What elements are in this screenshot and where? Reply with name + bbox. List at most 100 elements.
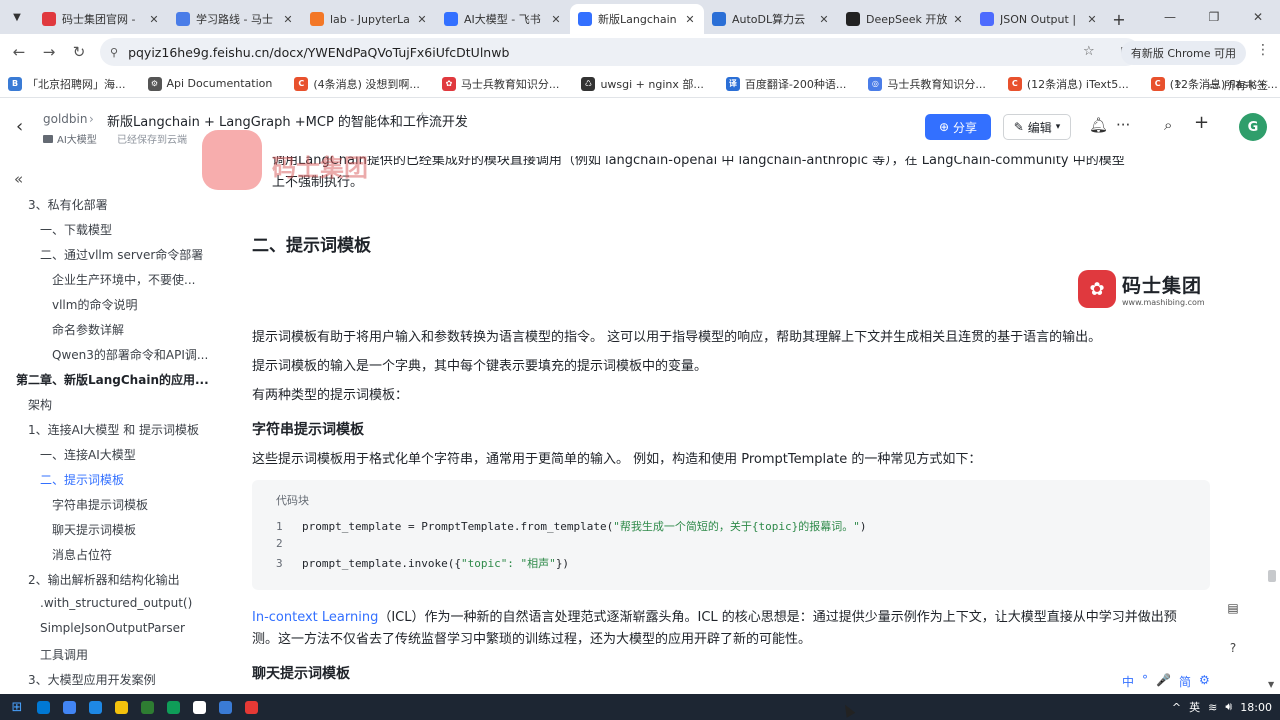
ime-indicator-icon[interactable]: 英 xyxy=(1189,699,1200,715)
toc-item[interactable]: 二、通过vllm server命令部署 xyxy=(40,246,203,263)
chrome-update-chip[interactable]: 有新版 Chrome 可用 xyxy=(1120,41,1246,65)
taskbar-app-icon[interactable] xyxy=(212,694,238,720)
taskbar-app-icon[interactable] xyxy=(160,694,186,720)
minimize-icon[interactable]: — xyxy=(1148,0,1192,34)
toc-item[interactable]: 消息占位符 xyxy=(52,546,112,563)
taskbar-app-icon[interactable] xyxy=(134,694,160,720)
new-tab-button[interactable]: + xyxy=(1106,4,1132,34)
browser-tab[interactable]: AI大模型 - 飞书 ✕ xyxy=(436,4,570,34)
avatar[interactable]: G xyxy=(1239,113,1267,141)
maximize-icon[interactable]: ❐ xyxy=(1192,0,1236,34)
help-icon[interactable]: ? xyxy=(1225,640,1241,656)
doc-folder[interactable]: AI大模型 xyxy=(43,131,97,146)
wifi-icon[interactable]: ≋ xyxy=(1208,701,1217,714)
close-tab-icon[interactable]: ✕ xyxy=(818,13,830,26)
share-button[interactable]: ⊕ 分享 xyxy=(925,114,991,140)
browser-tab[interactable]: 码士集团官网 - ✕ xyxy=(34,4,168,34)
clock[interactable]: 18:00 xyxy=(1240,701,1272,714)
taskbar-app-icon[interactable] xyxy=(186,694,212,720)
back-icon[interactable]: ← xyxy=(4,37,34,67)
doc-title[interactable]: 新版Langchain + LangGraph +MCP 的智能体和工作流开发 xyxy=(107,111,468,130)
toc-item[interactable]: 命名参数详解 xyxy=(52,321,124,338)
browser-tab[interactable]: lab - JupyterLa ✕ xyxy=(302,4,436,34)
url-text[interactable]: pqyiz16he9g.feishu.cn/docx/YWENdPaQVoTuj… xyxy=(128,45,509,60)
forward-icon[interactable]: → xyxy=(34,37,64,67)
bookmark-item[interactable]: ◎ 马士兵教育知识分... xyxy=(868,76,986,92)
toc-item[interactable]: vllm的命令说明 xyxy=(52,296,137,313)
taskbar-app-icon[interactable] xyxy=(108,694,134,720)
all-bookmarks-button[interactable]: ▭ 所有书签 xyxy=(1209,77,1268,93)
windows-start-icon[interactable]: ⊞ xyxy=(4,694,30,720)
notification-bell-icon[interactable]: 🔔︎ xyxy=(1089,116,1108,134)
taskbar-app-icon[interactable] xyxy=(30,694,56,720)
browser-tab[interactable]: AutoDL算力云 ✕ xyxy=(704,4,838,34)
icl-link[interactable]: In-context Learning xyxy=(252,610,378,625)
ime-button[interactable]: ° xyxy=(1142,673,1148,693)
toc-item[interactable]: 一、下载模型 xyxy=(40,221,112,238)
taskbar-app-icon[interactable] xyxy=(238,694,264,720)
ime-button[interactable]: 中 xyxy=(1122,673,1134,693)
tray-chevron-icon[interactable]: ^ xyxy=(1172,701,1181,714)
scroll-down-arrow-icon[interactable]: ▼ xyxy=(1268,680,1274,689)
ime-button[interactable]: 🎤 xyxy=(1156,673,1171,693)
chrome-menu-icon[interactable]: ⋮ xyxy=(1256,42,1270,58)
close-tab-icon[interactable]: ✕ xyxy=(416,13,428,26)
doc-back-icon[interactable]: ‹ xyxy=(16,116,23,137)
address-bar[interactable]: ⚲ pqyiz16he9g.feishu.cn/docx/YWENdPaQVoT… xyxy=(100,38,1140,66)
code-block[interactable]: 代码块 1 prompt_template = PromptTemplate.fr… xyxy=(252,480,1210,590)
breadcrumb-owner[interactable]: goldbin xyxy=(43,112,87,126)
bookmark-item[interactable]: ✿ 马士兵教育知识分... xyxy=(441,76,559,92)
bookmark-item[interactable]: C (12条消息) iText5... xyxy=(1007,76,1129,92)
taskbar-app-icon[interactable] xyxy=(56,694,82,720)
site-info-icon[interactable]: ⚲ xyxy=(110,46,118,59)
toc-item[interactable]: 工具调用 xyxy=(40,646,88,663)
bookmark-item[interactable]: ⚙ Api Documentation xyxy=(147,76,272,91)
toc-item[interactable]: 企业生产环境中，不要使... xyxy=(52,271,195,288)
browser-tab-strip: ▼ 码士集团官网 - ✕ 学习路线 - 马士 ✕ lab - JupyterLa ✕ AI… xyxy=(0,0,1280,34)
toc-item[interactable]: .with_structured_output() xyxy=(40,596,192,610)
toc-item[interactable]: SimpleJsonOutputParser xyxy=(40,621,185,635)
toc-item[interactable]: Qwen3的部署命令和API调... xyxy=(52,346,208,363)
bookmarks-overflow-icon[interactable]: » xyxy=(1174,76,1182,91)
outline-toggle-icon[interactable]: ▤ xyxy=(1225,600,1241,616)
toc-item[interactable]: 二、提示词模板 xyxy=(40,471,124,488)
close-tab-icon[interactable]: ✕ xyxy=(282,13,294,26)
bookmark-item[interactable]: B 「北京招聘网」海... xyxy=(8,76,126,92)
bookmark-star-icon[interactable]: ☆ xyxy=(1083,44,1095,59)
ime-button[interactable]: 简 xyxy=(1179,673,1191,693)
close-tab-icon[interactable]: ✕ xyxy=(148,13,160,26)
edit-mode-button[interactable]: ✎ 编辑 ▾ xyxy=(1003,114,1071,140)
close-window-icon[interactable]: ✕ xyxy=(1236,0,1280,34)
browser-tab[interactable]: JSON Output | ✕ xyxy=(972,4,1106,34)
bookmark-item[interactable]: C (4条消息) 没想到啊... xyxy=(294,76,420,92)
volume-icon[interactable]: 🔊︎ xyxy=(1225,700,1232,714)
create-plus-icon[interactable]: + xyxy=(1194,112,1209,133)
toc-item[interactable]: 1、连接AI大模型 和 提示词模板 xyxy=(28,421,199,438)
collapse-sidebar-icon[interactable]: « xyxy=(14,170,23,188)
browser-tab[interactable]: DeepSeek 开放 ✕ xyxy=(838,4,972,34)
close-tab-icon[interactable]: ✕ xyxy=(1086,13,1098,26)
browser-tab[interactable]: 新版Langchain ✕ xyxy=(570,4,704,34)
toc-item[interactable]: 一、连接AI大模型 xyxy=(40,446,136,463)
toc-item[interactable]: 字符串提示词模板 xyxy=(52,496,148,513)
taskbar-app-icon[interactable] xyxy=(82,694,108,720)
toc-item[interactable]: 3、私有化部署 xyxy=(28,196,108,213)
toc-item[interactable]: 架构 xyxy=(28,396,52,413)
toc-item[interactable]: 第二章、新版LangChain的应用... xyxy=(16,371,209,388)
favorite-star-icon[interactable]: ☆ xyxy=(416,110,429,126)
search-icon[interactable]: ⌕ xyxy=(1164,116,1172,134)
more-options-icon[interactable]: ··· xyxy=(1116,116,1130,134)
close-tab-icon[interactable]: ✕ xyxy=(550,13,562,26)
reload-icon[interactable]: ↻ xyxy=(64,37,94,67)
bookmark-item[interactable]: ♺ uwsgi + nginx 部... xyxy=(581,76,704,92)
toc-item[interactable]: 3、大模型应用开发案例 xyxy=(28,671,156,688)
ime-button[interactable]: ⚙ xyxy=(1199,673,1210,693)
toc-item[interactable]: 聊天提示词模板 xyxy=(52,521,136,538)
bookmark-item[interactable]: 译百度翻译-200种语... xyxy=(725,76,846,92)
close-tab-icon[interactable]: ✕ xyxy=(952,13,964,26)
close-tab-icon[interactable]: ✕ xyxy=(684,13,696,26)
scrollbar-thumb[interactable] xyxy=(1268,570,1276,582)
browser-tab[interactable]: 学习路线 - 马士 ✕ xyxy=(168,4,302,34)
tab-search-icon[interactable]: ▼ xyxy=(0,0,34,34)
toc-item[interactable]: 2、输出解析器和结构化输出 xyxy=(28,571,180,588)
